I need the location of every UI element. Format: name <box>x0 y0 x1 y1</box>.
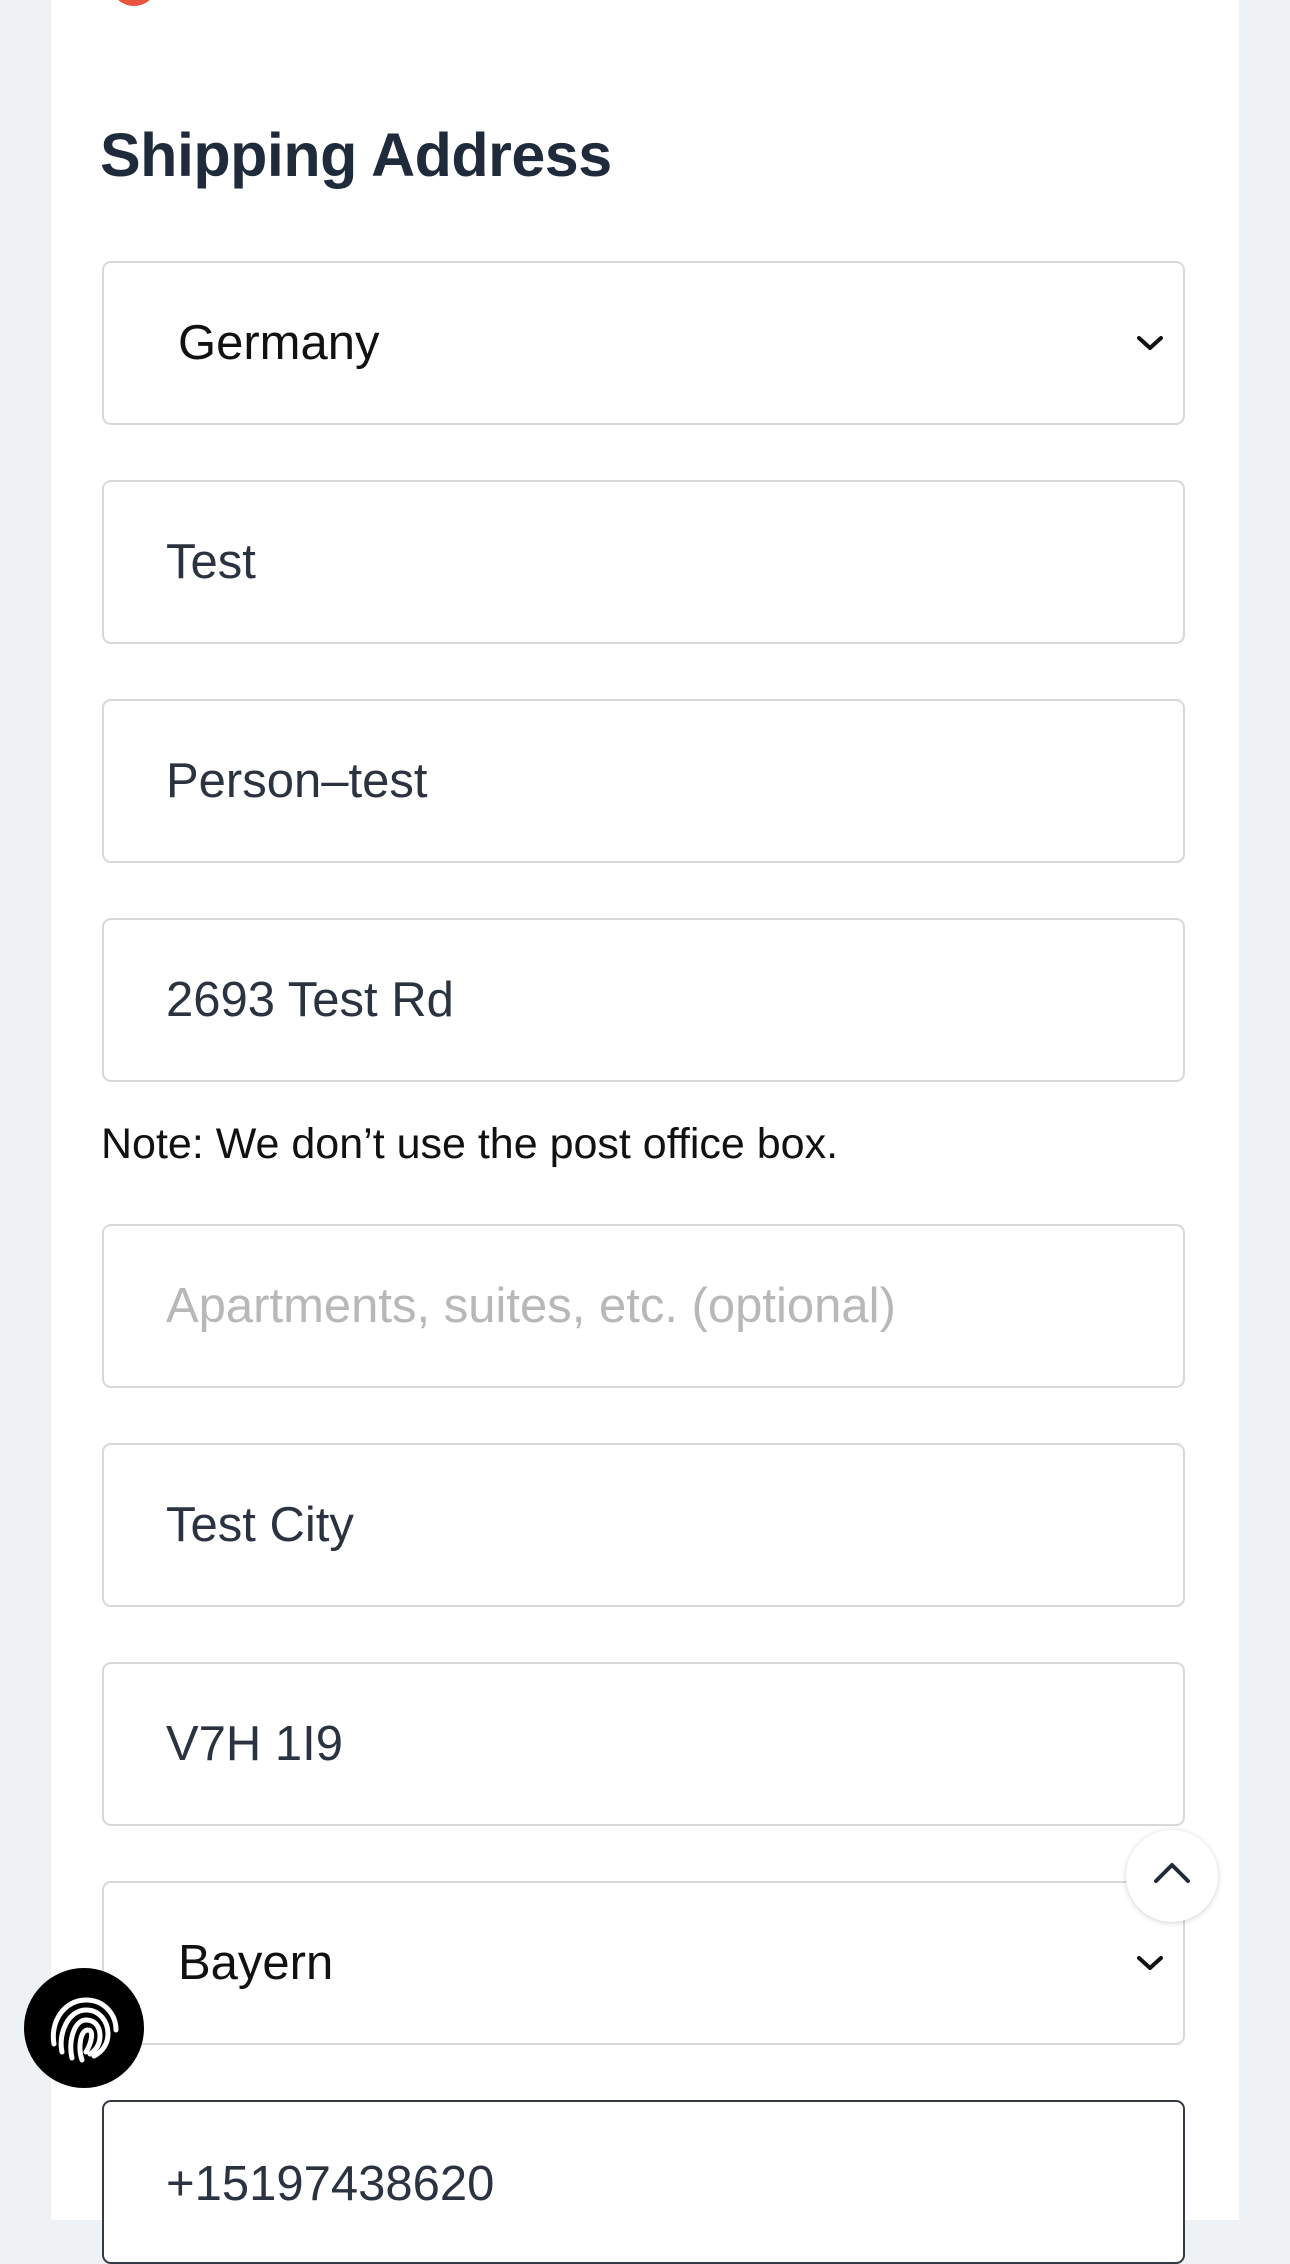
address-value: 2693 Test Rd <box>166 973 454 1027</box>
section-title: Shipping Address <box>100 121 612 189</box>
city-value: Test City <box>166 1498 354 1552</box>
address-note: Note: We don’t use the post office box. <box>101 1120 839 1168</box>
postal-code-field[interactable]: V7H 1I9 <box>102 1662 1185 1826</box>
first-name-field[interactable]: Test <box>102 480 1185 644</box>
postal-code-value: V7H 1I9 <box>166 1717 344 1771</box>
scroll-to-top-button[interactable] <box>1126 1830 1218 1922</box>
phone-field[interactable]: +15197438620 <box>102 2100 1185 2264</box>
chevron-up-icon <box>1154 1863 1190 1883</box>
apartment-field[interactable]: Apartments, suites, etc. (optional) <box>102 1224 1185 1388</box>
state-value: Bayern <box>178 1936 334 1990</box>
phone-value: +15197438620 <box>166 2157 495 2211</box>
address-field[interactable]: 2693 Test Rd <box>102 918 1185 1082</box>
last-name-value: Person–test <box>166 754 428 808</box>
chevron-down-icon <box>1137 336 1163 350</box>
country-select[interactable]: Germany <box>102 261 1185 425</box>
fingerprint-button[interactable] <box>24 1968 144 2088</box>
country-value: Germany <box>178 316 380 370</box>
first-name-value: Test <box>166 535 256 589</box>
city-field[interactable]: Test City <box>102 1443 1185 1607</box>
last-name-field[interactable]: Person–test <box>102 699 1185 863</box>
fingerprint-icon <box>50 1997 119 2063</box>
apartment-placeholder: Apartments, suites, etc. (optional) <box>166 1279 896 1333</box>
chevron-down-icon <box>1137 1956 1163 1970</box>
state-select[interactable]: Bayern <box>102 1881 1185 2045</box>
